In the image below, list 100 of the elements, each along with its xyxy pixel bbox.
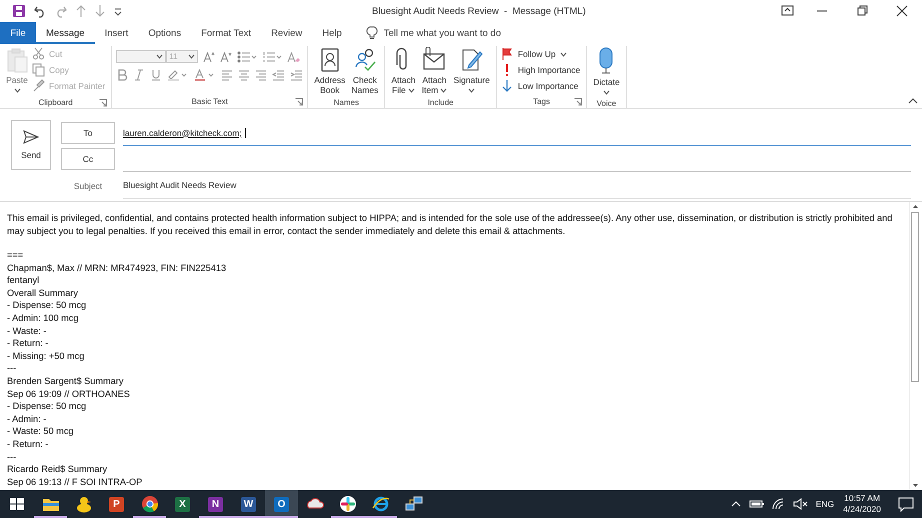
ribbon-tab[interactable]: Review <box>261 22 312 44</box>
ribbon-button[interactable]: Follow Up <box>500 47 582 61</box>
up-arrow-icon[interactable] <box>75 4 87 18</box>
signature-pen-icon <box>460 47 484 73</box>
caret-icon <box>560 52 567 56</box>
app-letter-icon: X <box>175 496 190 512</box>
volume-muted-icon[interactable] <box>792 498 809 510</box>
vertical-scrollbar[interactable] <box>909 202 920 490</box>
taskbar-app-button[interactable]: W <box>232 490 265 518</box>
italic-icon[interactable] <box>133 69 146 81</box>
ribbon-tab[interactable]: Format Text <box>191 22 262 44</box>
bullet-list-icon[interactable] <box>237 50 258 62</box>
body-text-line: Sep 06 19:09 // ORTHOANES <box>7 388 131 400</box>
group-label: Include <box>428 98 454 106</box>
body-text-line: - Return: - <box>7 438 50 450</box>
caret-icon <box>468 88 476 92</box>
address-book-icon <box>318 47 341 73</box>
dialog-launcher-icon[interactable] <box>574 98 582 106</box>
caret-icon <box>14 88 20 92</box>
highlighter-icon[interactable] <box>167 69 190 81</box>
show-hidden-icons-chevron-icon[interactable] <box>730 499 742 509</box>
ribbon-button[interactable]: Address Book <box>312 46 348 96</box>
caret-icon <box>188 54 196 59</box>
send-button[interactable]: Send <box>11 120 51 170</box>
lightbulb-icon <box>366 26 378 40</box>
down-arrow-icon <box>500 79 514 93</box>
body-text-line: - Waste: 50 mcg <box>7 425 75 438</box>
app-letter-icon: P <box>109 496 124 512</box>
ribbon-button[interactable]: Signature <box>451 46 492 96</box>
language-indicator[interactable]: ENG <box>816 499 834 509</box>
body-text-line: - Dispense: 50 mcg <box>7 400 88 413</box>
bold-icon[interactable] <box>116 69 128 81</box>
decrease-indent-icon[interactable] <box>272 69 286 81</box>
numbered-list-icon[interactable] <box>262 50 282 62</box>
folder-icon <box>42 496 60 512</box>
body-text-line: fentanyl <box>7 274 40 287</box>
save-icon[interactable] <box>12 4 26 18</box>
pinwheel-icon <box>338 495 356 513</box>
app-letter-icon: W <box>241 496 256 512</box>
tell-me-search-field[interactable]: Tell me what you want to do <box>384 28 564 38</box>
text-cursor <box>244 128 246 138</box>
taskbar-app-button[interactable]: P <box>100 490 133 518</box>
collapse-ribbon-icon[interactable] <box>908 97 918 105</box>
send-arrow-icon <box>23 130 39 144</box>
paintbrush-icon <box>32 79 45 93</box>
ribbon-button[interactable]: Attach Item <box>419 46 450 96</box>
shrink-font-icon[interactable] <box>220 50 232 62</box>
subject-field[interactable]: Bluesight Audit Needs Review <box>123 172 911 198</box>
network-computers-icon <box>404 495 422 513</box>
increase-indent-icon[interactable] <box>290 69 304 81</box>
body-text-line: - Dispense: 50 mcg <box>7 299 88 312</box>
body-text-line: === <box>7 249 24 262</box>
globe-e-icon <box>372 495 390 513</box>
grow-font-icon[interactable] <box>203 50 216 62</box>
file-menu-tab[interactable]: File <box>0 22 36 44</box>
dialog-launcher-icon[interactable] <box>295 98 304 106</box>
caret-icon <box>602 90 610 94</box>
body-text-line: - Admin: 100 mcg <box>7 312 80 325</box>
taskbar-app-button[interactable]: X <box>166 490 199 518</box>
duck-icon <box>74 495 92 513</box>
font-color-icon[interactable] <box>194 69 216 81</box>
body-text-line: - Waste: - <box>7 324 48 338</box>
to-field[interactable]: lauren.calderon@kitcheck.com; <box>123 120 911 146</box>
ribbon-button[interactable]: Dictate <box>591 46 622 98</box>
underline-icon[interactable] <box>150 69 162 81</box>
ribbon-button[interactable]: Check Names <box>349 46 380 96</box>
align-left-icon[interactable] <box>221 69 234 81</box>
taskbar-app-button[interactable]: N <box>199 490 232 518</box>
align-right-icon[interactable] <box>255 69 268 81</box>
scissors-icon <box>32 47 45 61</box>
ribbon-tab[interactable]: Help <box>312 22 352 44</box>
ribbon-button[interactable]: Low Importance <box>500 79 582 93</box>
to-button[interactable]: To <box>61 122 115 144</box>
wifi-icon[interactable] <box>772 498 786 510</box>
clear-formatting-icon[interactable] <box>287 50 302 62</box>
ribbon-button[interactable]: Attach File <box>389 46 418 96</box>
group-label: Tags <box>533 97 550 106</box>
ribbon-button[interactable]: High Importance <box>500 63 582 77</box>
scrollbar-thumb[interactable] <box>911 212 919 382</box>
ribbon-tab[interactable]: Insert <box>94 22 138 44</box>
body-text-line: --- <box>7 362 18 375</box>
battery-icon[interactable] <box>748 499 765 509</box>
people-check-icon <box>352 47 377 73</box>
ribbon-tab[interactable]: Options <box>138 22 192 44</box>
align-center-icon[interactable] <box>238 69 250 81</box>
cc-button[interactable]: Cc <box>61 148 115 170</box>
body-text-line: --- <box>7 450 18 464</box>
clock-date[interactable]: 4/24/2020 <box>843 504 881 515</box>
down-arrow-icon[interactable] <box>94 4 106 18</box>
recipient-link[interactable]: lauren.calderon@kitcheck.com; <box>123 128 242 138</box>
taskbar-app-button[interactable]: O <box>265 490 298 518</box>
group-label: Clipboard <box>38 98 73 106</box>
dialog-launcher-icon[interactable] <box>99 99 108 107</box>
ribbon-tab[interactable]: Message <box>36 22 95 44</box>
clock-time[interactable]: 10:57 AM <box>844 493 880 504</box>
paste-icon <box>6 47 28 73</box>
disclaimer-paragraph: This email is privileged, confidential, and contains protected health information subject to HIPPA; and is intended for the sole use of the addressee(s). Any other use, dissemination, or distribution is strictly prohibited and may subject you to legal penalties. If you received this email in error, contact the sender immediately and delete this email & attachments. <box>7 212 894 237</box>
body-text-line: Overall Summary <box>7 286 79 300</box>
window-title: Bluesight Audit Needs Review - Message (HTML) <box>372 6 587 16</box>
chrome-icon <box>140 495 158 513</box>
